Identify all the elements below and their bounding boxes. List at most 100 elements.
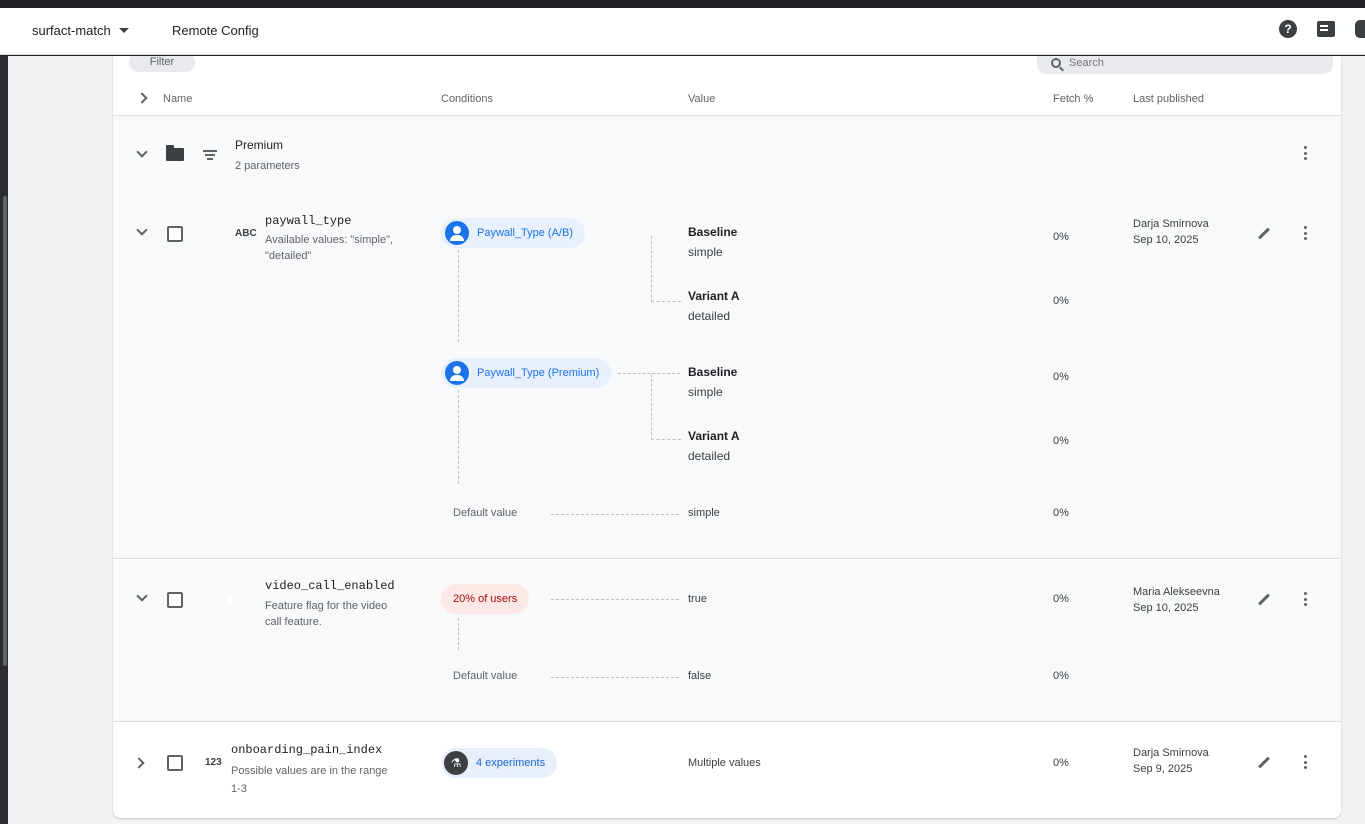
default-value-label: Default value — [453, 507, 518, 519]
collapse-param-icon[interactable] — [136, 224, 148, 236]
value-cell: Variant A detailed — [688, 426, 740, 466]
edit-icon[interactable] — [1257, 756, 1271, 769]
value-text: simple — [688, 245, 723, 259]
page-title: Remote Config — [172, 23, 259, 38]
param-row-video-call: video_call_enabled Feature flag for the … — [113, 560, 1341, 722]
edit-icon[interactable] — [1257, 593, 1271, 606]
collapse-group-icon[interactable] — [136, 146, 148, 158]
header-published[interactable]: Last published — [1133, 93, 1204, 105]
default-value: false — [688, 670, 712, 682]
published-date: Sep 10, 2025 — [1133, 602, 1199, 614]
filter-icon — [203, 150, 217, 160]
condition-pill[interactable]: Paywall_Type (Premium) — [441, 358, 612, 388]
condition-pill[interactable]: Paywall_Type (A/B) — [441, 218, 585, 248]
value-cell: Baseline simple — [688, 362, 737, 402]
fetch-percent: 0% — [1053, 757, 1069, 769]
connector-line — [458, 618, 459, 650]
param-name[interactable]: onboarding_pain_index — [231, 743, 382, 757]
param-value: Multiple values — [688, 757, 761, 769]
header-conditions: Conditions — [441, 93, 493, 105]
filter-chip[interactable]: Filter — [129, 56, 195, 72]
condition-label: Paywall_Type (A/B) — [477, 227, 573, 239]
user-segment-icon — [445, 221, 469, 245]
percentile-condition-pill[interactable]: 20% of users — [441, 584, 530, 614]
project-selector[interactable]: surfact-match — [32, 23, 129, 38]
group-subtitle: 2 parameters — [235, 160, 300, 172]
collapse-param-icon[interactable] — [136, 590, 148, 602]
group-more-icon[interactable] — [1304, 146, 1307, 160]
param-name[interactable]: video_call_enabled — [265, 579, 395, 593]
parameters-card: Filter Name Conditions Value Fetch % Las… — [113, 56, 1341, 818]
param-description-2: "detailed" — [265, 250, 312, 262]
notifications-icon[interactable] — [1355, 20, 1365, 38]
group-title: Premium — [235, 138, 284, 152]
param-name[interactable]: paywall_type — [265, 214, 351, 228]
more-icon[interactable] — [1304, 755, 1307, 769]
value-text: detailed — [688, 449, 731, 463]
value-cell: Baseline simple — [688, 222, 737, 262]
number-type-icon: 123 — [205, 757, 222, 768]
header-name[interactable]: Name — [163, 93, 192, 105]
param-checkbox[interactable] — [167, 755, 183, 771]
experiments-pill[interactable]: ⚗ 4 experiments — [441, 748, 558, 778]
search-bar[interactable] — [1037, 56, 1333, 74]
value-variant: Baseline — [688, 365, 738, 379]
search-icon — [1051, 58, 1061, 68]
top-app-bar: surfact-match Remote Config ? — [0, 8, 1365, 55]
connector-line — [651, 236, 652, 302]
fetch-percent: 0% — [1053, 507, 1069, 519]
expand-all-icon[interactable] — [136, 92, 148, 104]
fetch-percent: 0% — [1053, 593, 1069, 605]
condition-label: Paywall_Type (Premium) — [477, 367, 600, 379]
user-segment-icon — [445, 361, 469, 385]
param-checkbox[interactable] — [167, 226, 183, 242]
default-value-label: Default value — [453, 670, 518, 682]
param-row-onboarding: 123 onboarding_pain_index Possible value… — [113, 723, 1341, 818]
connector-line — [458, 250, 459, 342]
param-description-2: call feature. — [265, 616, 322, 628]
scrollbar[interactable] — [3, 196, 7, 666]
published-date: Sep 10, 2025 — [1133, 234, 1199, 246]
connector-line — [651, 439, 681, 440]
default-value: simple — [688, 507, 720, 519]
table-header: Name Conditions Value Fetch % Last publi… — [113, 84, 1341, 116]
help-icon[interactable]: ? — [1279, 20, 1297, 38]
top-icons: ? — [1279, 20, 1365, 38]
value-variant: Variant A — [688, 429, 740, 443]
condition-label: 20% of users — [453, 593, 518, 605]
value-variant: Variant A — [688, 289, 740, 303]
value-text: simple — [688, 385, 723, 399]
header-fetch: Fetch % — [1053, 93, 1094, 105]
page-content: Filter Name Conditions Value Fetch % Las… — [8, 56, 1365, 824]
more-icon[interactable] — [1304, 592, 1307, 606]
param-description-1: Available values: "simple", — [265, 234, 394, 246]
string-type-icon: ABC — [235, 228, 257, 239]
published-by: Darja Smirnova — [1133, 747, 1209, 759]
fetch-percent: 0% — [1053, 670, 1069, 682]
edit-icon[interactable] — [1257, 227, 1271, 240]
group-premium: Premium 2 parameters ABC paywall_type Av… — [113, 116, 1341, 559]
value-variant: Baseline — [688, 225, 738, 239]
published-date: Sep 9, 2025 — [1133, 763, 1193, 775]
published-by: Darja Smirnova — [1133, 218, 1209, 230]
search-input[interactable] — [1069, 57, 1269, 69]
left-rail — [0, 56, 8, 824]
condition-value: true — [688, 593, 707, 605]
chevron-down-icon — [118, 28, 129, 33]
connector-line — [551, 514, 679, 515]
connector-line — [651, 374, 652, 440]
project-name: surfact-match — [32, 23, 111, 38]
header-value: Value — [688, 93, 716, 105]
folder-icon — [166, 145, 184, 161]
connector-line — [651, 301, 681, 302]
expand-param-icon[interactable] — [133, 757, 145, 769]
experiment-icon: ⚗ — [444, 751, 468, 775]
fetch-percent: 0% — [1053, 435, 1069, 447]
experiments-label: 4 experiments — [476, 757, 546, 769]
more-icon[interactable] — [1304, 226, 1307, 240]
param-description-2: 1-3 — [231, 783, 247, 795]
param-checkbox[interactable] — [167, 592, 183, 608]
feedback-icon[interactable] — [1317, 21, 1335, 37]
connector-line — [618, 373, 680, 374]
value-text: detailed — [688, 309, 731, 323]
